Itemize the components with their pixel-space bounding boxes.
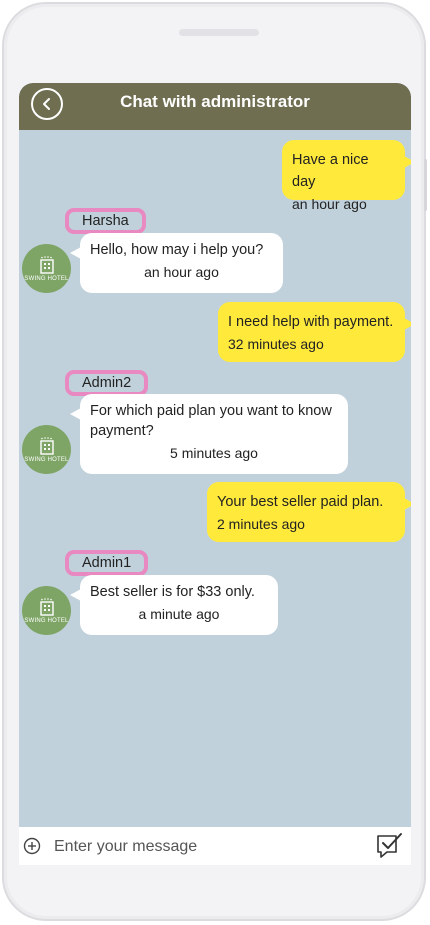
message-time: an hour ago <box>144 264 219 280</box>
message-text: Your best seller paid plan. <box>217 494 384 510</box>
message-input[interactable] <box>52 833 356 861</box>
send-check-icon <box>377 833 402 858</box>
outgoing-message[interactable]: I need help with payment. 32 minutes ago <box>218 302 411 362</box>
sender-name-tag: Admin1 <box>65 550 149 576</box>
hotel-building-icon <box>39 255 54 274</box>
chat-title: Chat with administrator <box>120 92 310 111</box>
message-time: a minute ago <box>138 606 220 622</box>
message-text: Have a nice day <box>292 152 369 190</box>
incoming-message[interactable]: For which paid plan you want to know pay… <box>70 394 348 474</box>
outgoing-message[interactable]: Your best seller paid plan. 2 minutes ag… <box>207 482 411 542</box>
add-attachment-button[interactable] <box>23 837 41 860</box>
sender-avatar: SWING HOTEL <box>22 244 71 293</box>
outgoing-message[interactable]: Have a nice day an hour ago <box>282 140 411 212</box>
avatar-label: SWING HOTEL <box>24 456 69 463</box>
plus-circle-icon <box>23 837 41 855</box>
message-composer <box>19 827 411 865</box>
message-time: 5 minutes ago <box>170 445 258 461</box>
message-time: 32 minutes ago <box>228 336 324 352</box>
message-text: For which paid plan you want to know pay… <box>90 403 332 439</box>
message-text: Hello, how may i help you? <box>90 242 264 258</box>
hotel-building-icon <box>39 436 54 455</box>
sender-avatar: SWING HOTEL <box>22 586 71 635</box>
incoming-message[interactable]: Best seller is for $33 only. a minute ag… <box>70 575 278 635</box>
message-text: I need help with payment. <box>228 314 394 330</box>
chat-screen: Chat with administrator Have a nice day … <box>19 83 411 865</box>
incoming-message[interactable]: Hello, how may i help you? an hour ago <box>70 233 283 293</box>
message-text: Best seller is for $33 only. <box>90 584 255 600</box>
message-time: an hour ago <box>292 196 367 212</box>
volume-up-button <box>424 159 427 211</box>
chat-header: Chat with administrator <box>19 83 411 130</box>
hotel-building-icon <box>39 597 54 616</box>
sender-name-tag: Harsha <box>65 208 146 234</box>
avatar-label: SWING HOTEL <box>24 617 69 624</box>
message-time: 2 minutes ago <box>217 516 305 532</box>
phone-speaker <box>179 29 259 36</box>
sender-avatar: SWING HOTEL <box>22 425 71 474</box>
send-button[interactable] <box>374 831 404 865</box>
avatar-label: SWING HOTEL <box>24 275 69 282</box>
sender-name-tag: Admin2 <box>65 370 149 396</box>
